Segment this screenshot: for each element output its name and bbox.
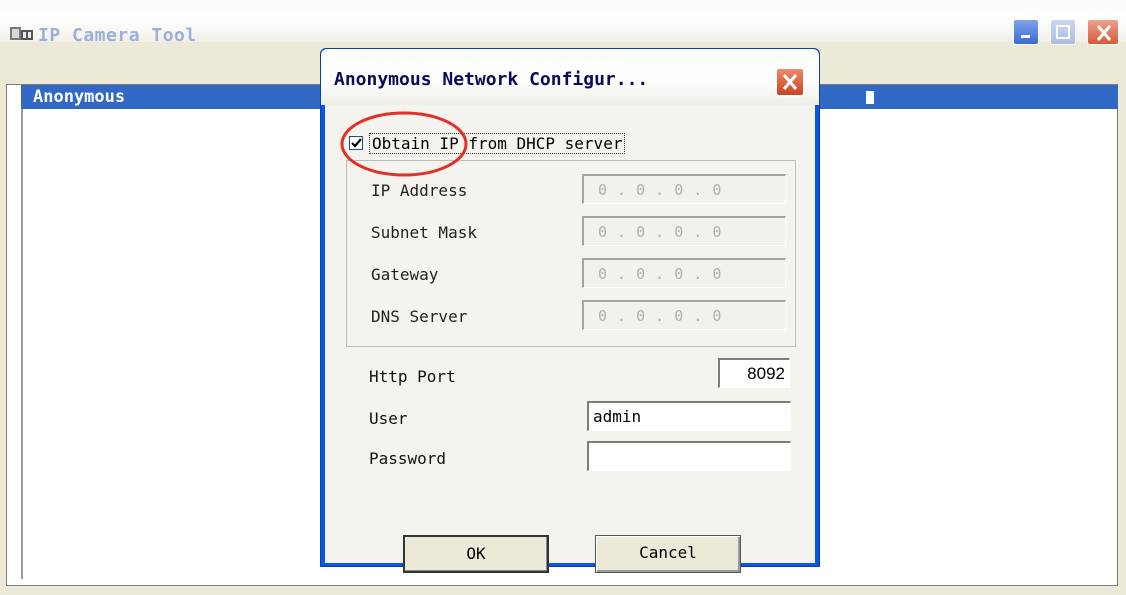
dns-server-label: DNS Server (371, 307, 468, 326)
list-divider (21, 109, 23, 579)
dns-server-field: 0 . 0 . 0 . 0 (582, 300, 786, 330)
dialog-title-bar[interactable]: Anonymous Network Configur... (321, 49, 819, 105)
password-input[interactable] (587, 441, 791, 471)
close-button[interactable] (1087, 19, 1119, 45)
gateway-label: Gateway (371, 265, 439, 284)
user-input[interactable] (587, 401, 791, 431)
ip-address-field: 0 . 0 . 0 . 0 (582, 174, 786, 204)
http-port-label: Http Port (369, 367, 456, 386)
minimize-icon (1021, 35, 1030, 38)
dialog-close-icon (782, 74, 798, 90)
user-label: User (369, 409, 408, 428)
dialog-close-button[interactable] (775, 67, 805, 97)
static-ip-group: IP Address 0 . 0 . 0 . 0 Subnet Mask 0 .… (346, 160, 796, 347)
maximize-button[interactable] (1050, 19, 1076, 45)
ok-button[interactable]: OK (403, 535, 549, 573)
minimize-button[interactable] (1013, 19, 1039, 45)
window-title: IP Camera Tool (38, 25, 197, 46)
close-icon (1096, 25, 1112, 41)
maximize-icon (1056, 25, 1070, 39)
highlight-annotation (340, 111, 468, 177)
gateway-field: 0 . 0 . 0 . 0 (582, 258, 786, 288)
main-title-bar[interactable]: IP Camera Tool (0, 0, 1126, 46)
subnet-mask-label: Subnet Mask (371, 223, 477, 242)
app-icon (9, 24, 35, 44)
cancel-button[interactable]: Cancel (595, 535, 741, 573)
text-cursor (866, 91, 874, 104)
camera-name: Anonymous (33, 87, 126, 107)
http-port-input[interactable] (718, 358, 790, 388)
password-label: Password (369, 449, 447, 468)
subnet-mask-field: 0 . 0 . 0 . 0 (582, 216, 786, 246)
dialog-title: Anonymous Network Configur... (334, 69, 649, 90)
